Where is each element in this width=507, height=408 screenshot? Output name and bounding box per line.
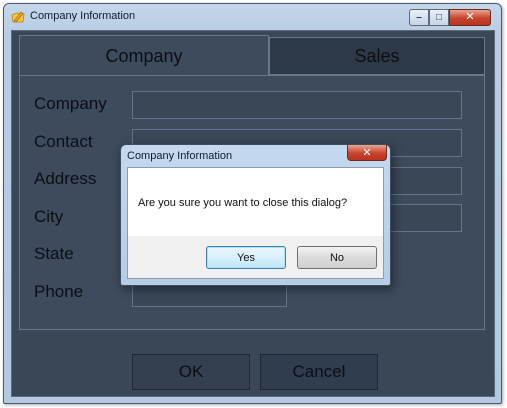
city-label: City [34, 207, 64, 226]
state-label: State [34, 244, 74, 263]
maximize-icon: □ [435, 11, 443, 23]
ok-button[interactable]: OK [132, 354, 250, 390]
tab-sales[interactable]: Sales [269, 37, 485, 75]
title-bar[interactable]: Company Information – □ ✕ [4, 4, 501, 30]
maximize-button[interactable]: □ [429, 9, 449, 26]
company-field[interactable] [132, 91, 462, 119]
dialog-title: Company Information [127, 150, 233, 162]
dialog-message: Are you sure you want to close this dial… [138, 197, 348, 209]
cancel-button[interactable]: Cancel [260, 354, 378, 390]
dialog-message-area: Are you sure you want to close this dial… [128, 168, 383, 236]
no-button[interactable]: No [297, 246, 377, 269]
dialog-close-icon: ✕ [362, 147, 372, 159]
close-icon: ✕ [465, 11, 475, 23]
folder-pencil-icon [11, 11, 25, 23]
close-button[interactable]: ✕ [449, 9, 491, 26]
dialog-body: Are you sure you want to close this dial… [127, 167, 384, 279]
dialog-close-button[interactable]: ✕ [347, 145, 387, 161]
confirm-dialog: Company Information ✕ Are you sure you w… [120, 144, 391, 286]
tab-company[interactable]: Company [19, 35, 269, 76]
company-label: Company [34, 94, 107, 113]
minimize-button[interactable]: – [409, 9, 429, 26]
address-label: Address [34, 169, 97, 188]
contact-label: Contact [34, 132, 93, 151]
phone-label: Phone [34, 282, 84, 301]
yes-button[interactable]: Yes [206, 246, 286, 269]
minimize-icon: – [416, 11, 422, 23]
window-title: Company Information [30, 10, 136, 22]
